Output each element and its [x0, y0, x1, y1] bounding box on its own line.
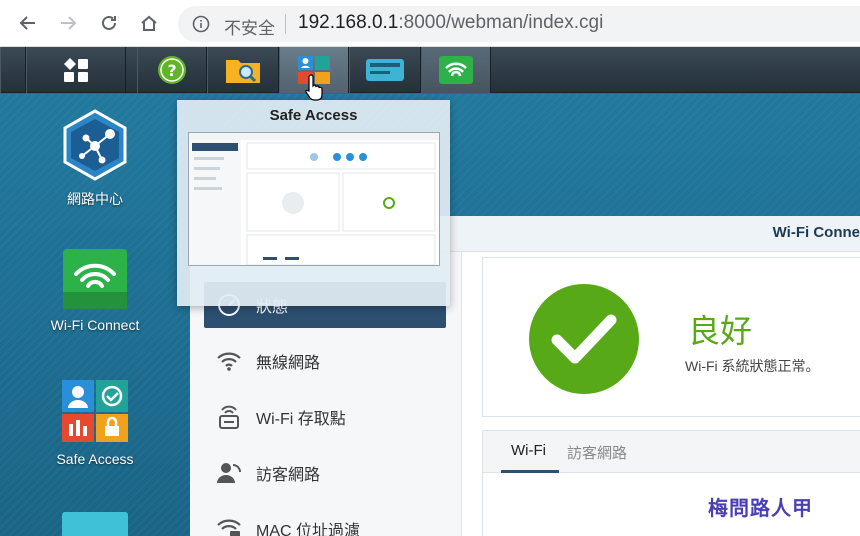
network-center-icon — [366, 59, 404, 81]
wifi-connect-icon — [63, 249, 127, 309]
preview-thumbnail[interactable] — [188, 132, 440, 266]
desktop-icon-label: Safe Access — [56, 451, 134, 467]
safe-access-icon — [62, 380, 128, 442]
watermark: 梅問路人甲 — [708, 496, 813, 520]
divider — [285, 14, 286, 34]
taskbar-wifi-connect[interactable] — [421, 47, 491, 93]
wifi-icon — [217, 352, 241, 371]
sidebar-item-label: 無線網路 — [256, 355, 321, 372]
tab-wifi[interactable]: Wi-Fi — [511, 442, 546, 459]
svg-text:?: ? — [167, 61, 176, 80]
desktop-icon-wifi-connect[interactable]: Wi-Fi Connect — [0, 248, 190, 333]
insecure-label: 不安全 — [224, 19, 275, 39]
help-icon: ? — [158, 56, 186, 84]
url-host: 192.168.0.1 — [298, 12, 399, 33]
back-button[interactable] — [16, 11, 40, 35]
desktop-icon-partial[interactable] — [62, 512, 128, 536]
address-bar[interactable]: 不安全 192.168.0.1:8000/webman/index.cgi — [178, 6, 860, 42]
sidebar-item-mac-filter[interactable]: MAC 位址過濾 — [204, 506, 446, 536]
sidebar-item-wireless[interactable]: 無線網路 — [204, 338, 446, 384]
sidebar-item-label: Wi-Fi 存取點 — [256, 411, 346, 428]
desktop-icon-safe-access[interactable]: Safe Access — [0, 378, 190, 467]
taskbar-help[interactable]: ? — [137, 47, 207, 93]
hand-cursor-icon — [305, 74, 323, 101]
back-arrow-icon — [19, 16, 35, 30]
info-icon[interactable] — [192, 15, 210, 38]
file-browser-icon — [226, 60, 260, 83]
sidebar-item-access-point[interactable]: Wi-Fi 存取點 — [204, 394, 446, 440]
tab-guest-network[interactable]: 訪客網路 — [567, 442, 627, 463]
desktop-icon-network-center[interactable]: 網路中心 — [0, 108, 190, 209]
taskbar-file-browser[interactable] — [207, 47, 279, 93]
access-point-icon — [219, 405, 239, 429]
taskbar-network-center[interactable] — [349, 47, 421, 93]
sidebar-item-label: MAC 位址過濾 — [256, 523, 361, 536]
reload-icon — [102, 15, 116, 30]
url-text[interactable]: 192.168.0.1:8000/webman/index.cgi — [298, 12, 603, 34]
check-circle-icon — [529, 284, 639, 394]
wifi-connect-icon — [439, 56, 473, 84]
desktop-icon-label: Wi-Fi Connect — [50, 317, 140, 333]
taskbar: ? — [0, 47, 860, 93]
safe-access-window-thumbnail — [189, 133, 439, 265]
guest-network-icon — [217, 463, 241, 483]
status-card: 良好 Wi-Fi 系統狀態正常。 — [482, 257, 860, 417]
mac-filter-icon — [217, 519, 241, 536]
window-title: Wi-Fi Conne — [772, 224, 860, 241]
home-icon — [141, 15, 157, 31]
main-menu-icon — [64, 58, 88, 82]
taskbar-preview-popup[interactable]: Safe Access — [177, 100, 450, 306]
home-button[interactable] — [137, 11, 161, 35]
main-menu-button[interactable] — [26, 47, 126, 93]
network-center-icon — [63, 109, 127, 181]
tabs-bar: Wi-Fi 訪客網路 — [483, 431, 860, 473]
forward-arrow-icon — [61, 16, 77, 30]
desktop-icon-label: 網路中心 — [67, 191, 123, 207]
taskbar-spacer — [0, 47, 26, 93]
browser-toolbar: 不安全 192.168.0.1:8000/webman/index.cgi — [0, 0, 860, 47]
forward-button[interactable] — [56, 11, 80, 35]
url-path: :8000/webman/index.cgi — [398, 12, 604, 33]
sidebar-item-label: 訪客網路 — [256, 467, 321, 484]
status-title: 良好 — [688, 312, 753, 350]
sidebar-item-guest-network[interactable]: 訪客網路 — [204, 450, 446, 496]
status-description: Wi-Fi 系統狀態正常。 — [685, 358, 820, 374]
preview-title: Safe Access — [269, 107, 358, 124]
reload-button[interactable] — [97, 11, 121, 35]
tab-underline — [501, 470, 559, 473]
